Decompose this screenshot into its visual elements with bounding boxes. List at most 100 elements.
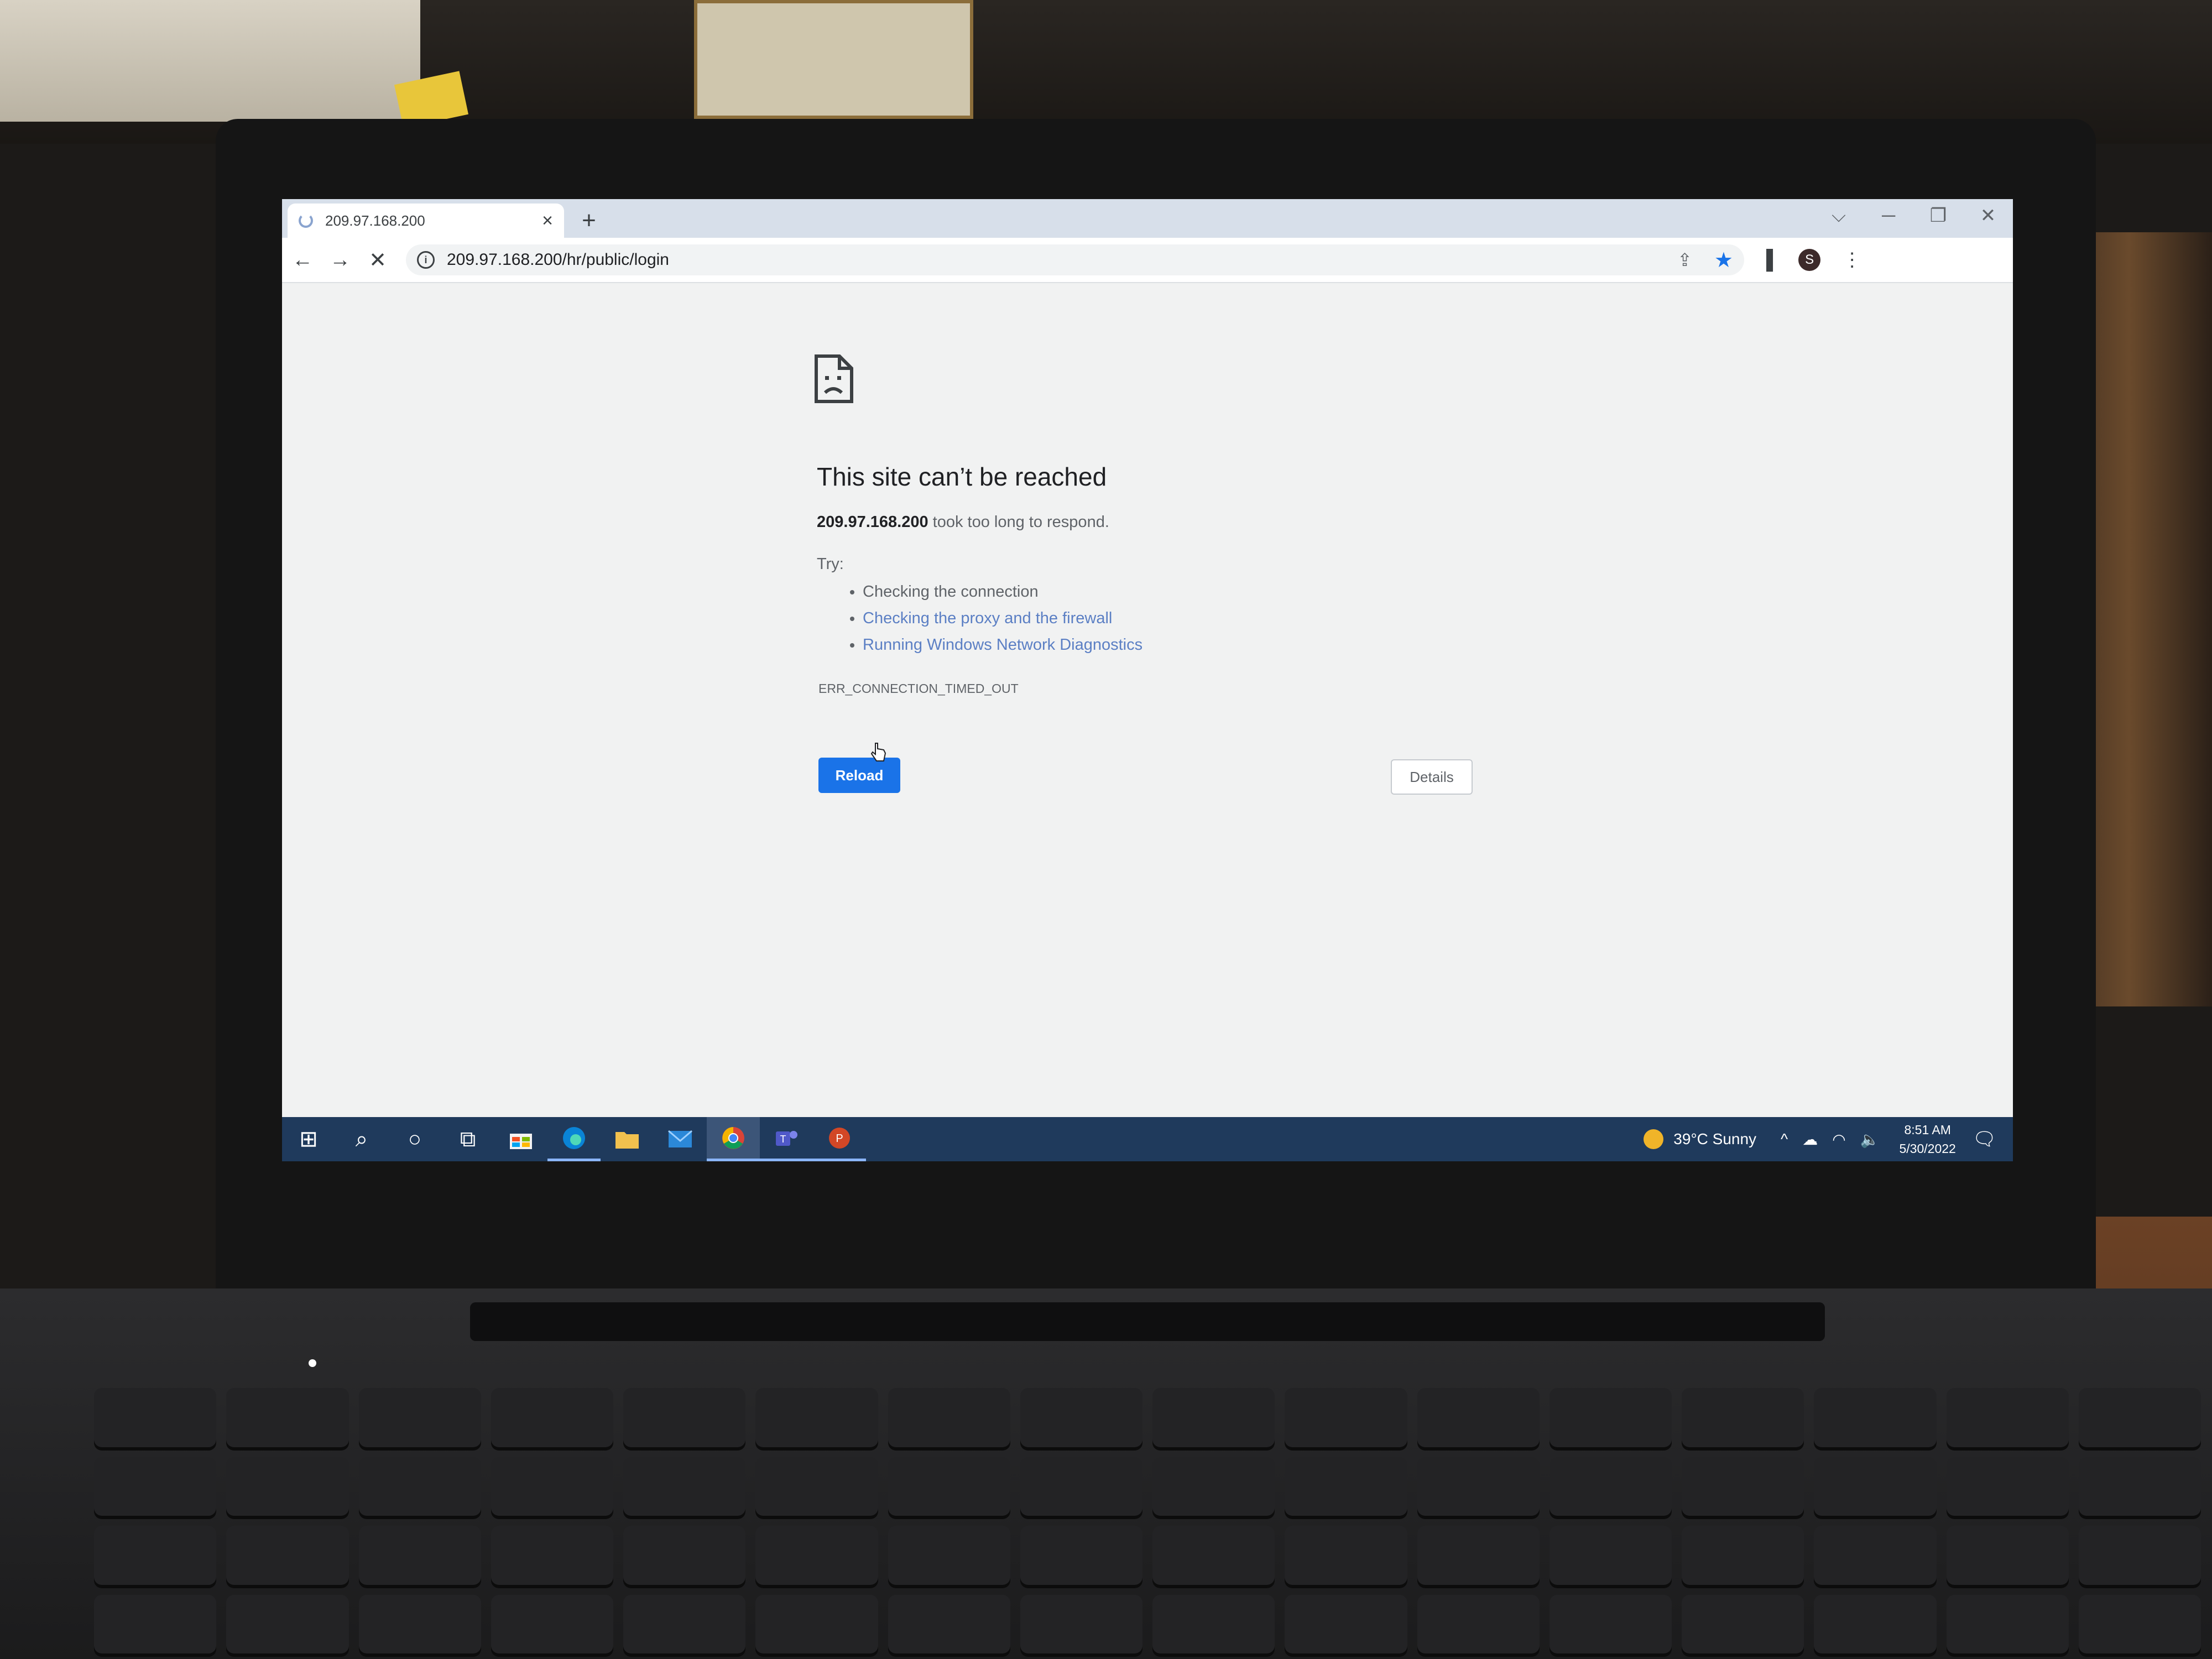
teams-glyph: T [776, 1130, 797, 1146]
bookmark-star-icon[interactable]: ★ [1714, 248, 1733, 273]
clock[interactable]: 8:51 AM 5/30/2022 [1900, 1120, 1956, 1158]
weather-widget[interactable]: 39°C Sunny [1673, 1130, 1756, 1148]
key [1020, 1457, 1142, 1516]
key [1946, 1526, 2069, 1585]
svg-text:T: T [780, 1134, 786, 1145]
browser-toolbar: ← → ✕ i 209.97.168.200/hr/public/login ⇪… [282, 238, 2013, 283]
error-description: 209.97.168.200 took too long to respond. [817, 513, 1109, 531]
svg-text:P: P [836, 1133, 843, 1145]
edge-icon[interactable] [547, 1117, 601, 1161]
sun-weather-icon[interactable] [1644, 1129, 1664, 1149]
mail-icon[interactable] [654, 1117, 707, 1161]
tab-search-icon[interactable]: ⌵ [1825, 205, 1853, 227]
start-button-icon[interactable]: ⊞ [282, 1117, 335, 1161]
search-icon[interactable]: ⌕ [335, 1117, 388, 1161]
menu-dots-icon[interactable]: ⋮ [1843, 249, 1861, 271]
weather-temperature: 39°C [1673, 1130, 1708, 1147]
key [2078, 1526, 2201, 1585]
key [491, 1388, 613, 1447]
suggestion-item: Checking the connection [863, 578, 1142, 605]
key [623, 1526, 746, 1585]
chrome-icon[interactable] [707, 1117, 760, 1161]
key [623, 1388, 746, 1447]
key [1946, 1388, 2069, 1447]
key [755, 1594, 878, 1653]
details-button[interactable]: Details [1391, 759, 1473, 795]
key [1682, 1388, 1804, 1447]
browser-tab[interactable]: 209.97.168.200 × [288, 204, 564, 238]
key [888, 1388, 1010, 1447]
key [94, 1526, 217, 1585]
key [1417, 1526, 1540, 1585]
key [1285, 1526, 1407, 1585]
clock-date: 5/30/2022 [1899, 1141, 1956, 1156]
store-icon[interactable] [494, 1117, 547, 1161]
teams-icon[interactable]: T [760, 1117, 813, 1161]
key [1549, 1457, 1672, 1516]
powerpoint-icon[interactable]: P [813, 1117, 866, 1161]
restore-button[interactable]: ❐ [1924, 205, 1952, 227]
forward-button[interactable]: → [323, 248, 357, 272]
tab-strip: 209.97.168.200 × + ⌵ ─ ❐ ✕ [282, 199, 2013, 238]
key [1814, 1388, 1937, 1447]
key [226, 1457, 349, 1516]
key [1549, 1388, 1672, 1447]
hand-cursor-icon [870, 743, 886, 761]
powerpoint-glyph: P [829, 1127, 850, 1149]
mail-glyph [668, 1130, 692, 1147]
task-view-icon[interactable]: ⧉ [441, 1117, 494, 1161]
profile-avatar[interactable]: S [1798, 249, 1821, 271]
file-explorer-icon[interactable] [601, 1117, 654, 1161]
edge-glyph [563, 1126, 585, 1149]
onedrive-cloud-icon[interactable]: ☁ [1802, 1130, 1818, 1149]
key [358, 1388, 481, 1447]
key [2078, 1388, 2201, 1447]
cortana-icon[interactable]: ○ [388, 1117, 441, 1161]
loading-spinner-icon [299, 213, 313, 228]
new-tab-button[interactable]: + [575, 207, 603, 234]
share-icon[interactable]: ⇪ [1677, 249, 1692, 270]
key [1285, 1388, 1407, 1447]
reload-button[interactable]: Reload [818, 758, 900, 793]
back-button[interactable]: ← [285, 248, 320, 272]
key [1020, 1388, 1142, 1447]
suggestion-check-proxy-link[interactable]: Checking the proxy and the firewall [863, 609, 1112, 627]
show-hidden-icons-chevron-icon[interactable]: ^ [1781, 1130, 1788, 1148]
key [1814, 1526, 1937, 1585]
minimize-button[interactable]: ─ [1875, 205, 1902, 227]
site-info-icon[interactable]: i [417, 251, 435, 269]
side-panel-icon[interactable]: ▌ [1766, 249, 1780, 271]
clock-time: 8:51 AM [1904, 1123, 1951, 1137]
suggestion-list: Checking the connection Checking the pro… [863, 578, 1142, 658]
key [1417, 1594, 1540, 1653]
laptop-screen: 209.97.168.200 × + ⌵ ─ ❐ ✕ ← → ✕ i 209.9… [282, 199, 2013, 1161]
network-wifi-icon[interactable]: ◠ [1832, 1130, 1845, 1149]
wall-paper [0, 0, 420, 122]
error-page: This site can’t be reached 209.97.168.20… [282, 282, 2013, 1089]
key [491, 1457, 613, 1516]
weather-condition: Sunny [1712, 1130, 1757, 1147]
error-title: This site can’t be reached [817, 462, 1107, 491]
key [1549, 1526, 1672, 1585]
tab-close-icon[interactable]: × [542, 210, 553, 232]
volume-icon[interactable]: 🔈 [1860, 1130, 1880, 1149]
notification-center-icon[interactable]: 🗨 [1973, 1128, 1996, 1150]
key [1814, 1594, 1937, 1653]
key [491, 1594, 613, 1653]
key [358, 1526, 481, 1585]
suggestion-network-diagnostics-link[interactable]: Running Windows Network Diagnostics [863, 636, 1142, 654]
url-text[interactable]: 209.97.168.200/hr/public/login [447, 251, 1666, 269]
close-window-button[interactable]: ✕ [1974, 205, 2002, 227]
key [2078, 1594, 2201, 1653]
key [888, 1594, 1010, 1653]
tab-title: 209.97.168.200 [325, 212, 425, 229]
address-bar[interactable]: i 209.97.168.200/hr/public/login ⇪ ★ [406, 244, 1744, 275]
key [358, 1594, 481, 1653]
stop-loading-button[interactable]: ✕ [361, 248, 395, 273]
key [1814, 1457, 1937, 1516]
try-label: Try: [817, 555, 844, 573]
suggestion-item: Running Windows Network Diagnostics [863, 632, 1142, 658]
key [226, 1388, 349, 1447]
key [1946, 1594, 2069, 1653]
suggestion-item: Checking the proxy and the firewall [863, 605, 1142, 632]
